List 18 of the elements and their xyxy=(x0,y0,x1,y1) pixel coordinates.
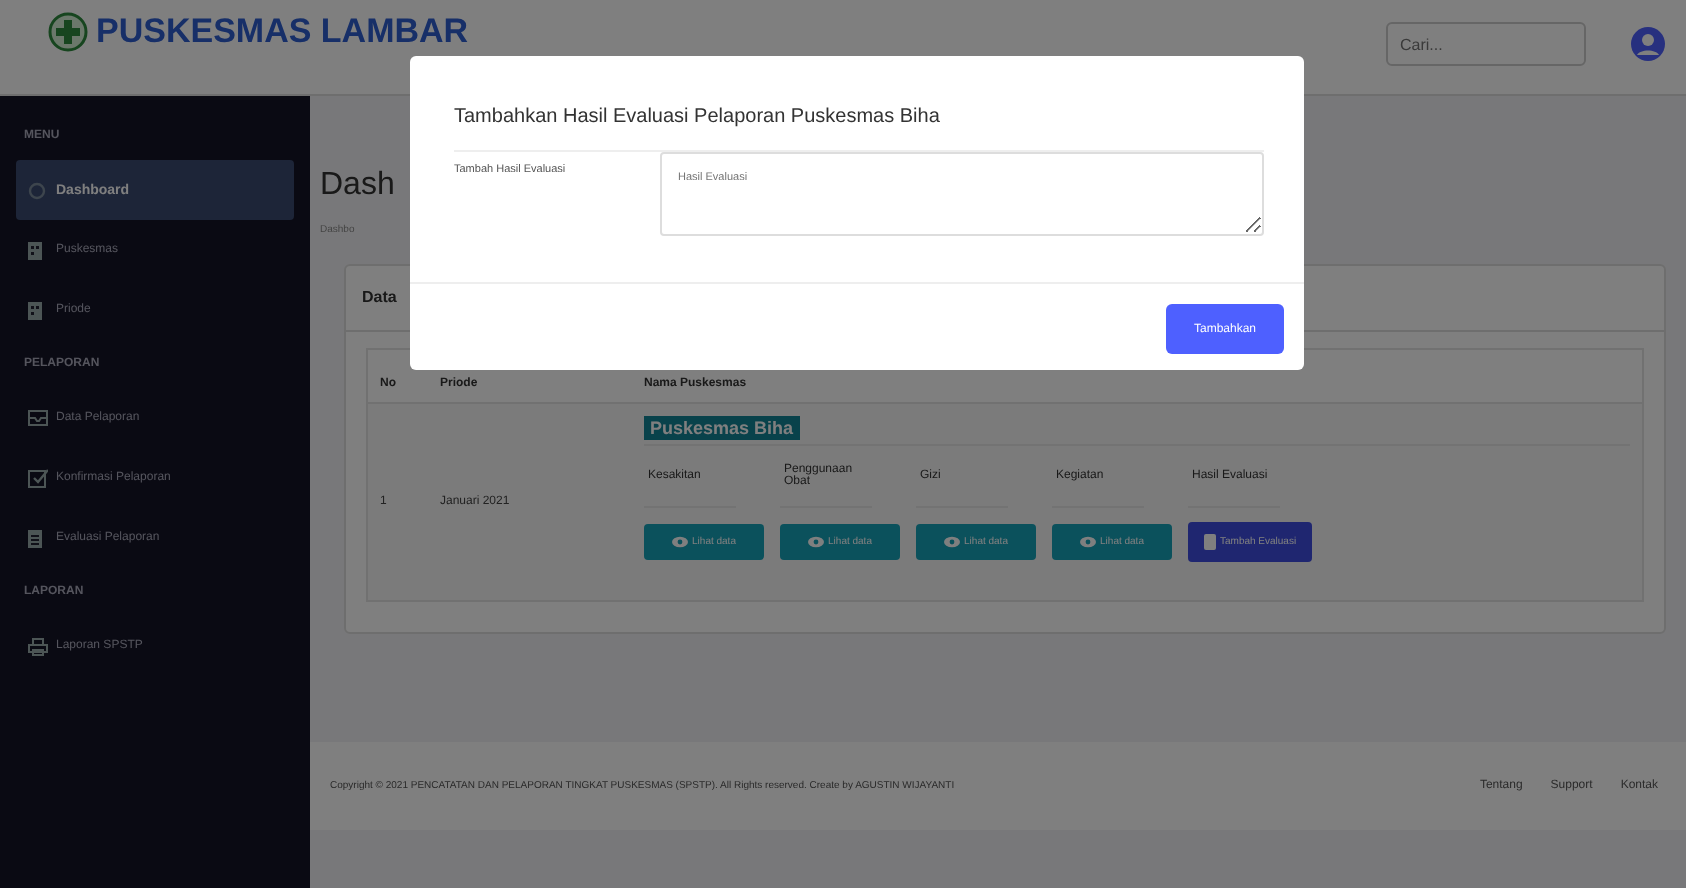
eye-icon xyxy=(1080,536,1097,548)
gauge-icon xyxy=(28,181,46,199)
plus-logo-icon xyxy=(48,12,88,52)
check-square-icon xyxy=(28,468,48,488)
eye-icon xyxy=(672,536,689,548)
eye-icon xyxy=(808,536,825,548)
app-logo-text: PUSKESMAS LAMBAR xyxy=(96,14,469,50)
printer-icon xyxy=(28,637,48,655)
page-title: Dash xyxy=(320,168,395,204)
building-icon xyxy=(28,241,42,259)
document-icon xyxy=(28,529,42,547)
user-icon[interactable] xyxy=(1630,26,1666,62)
eye-icon xyxy=(944,536,961,548)
inbox-icon xyxy=(28,410,48,426)
building-icon xyxy=(28,301,42,319)
clipboard-icon xyxy=(1204,534,1216,550)
puskesmas-badge: Puskesmas Biha xyxy=(644,416,800,440)
search-field[interactable]: Cari... xyxy=(1386,22,1586,66)
